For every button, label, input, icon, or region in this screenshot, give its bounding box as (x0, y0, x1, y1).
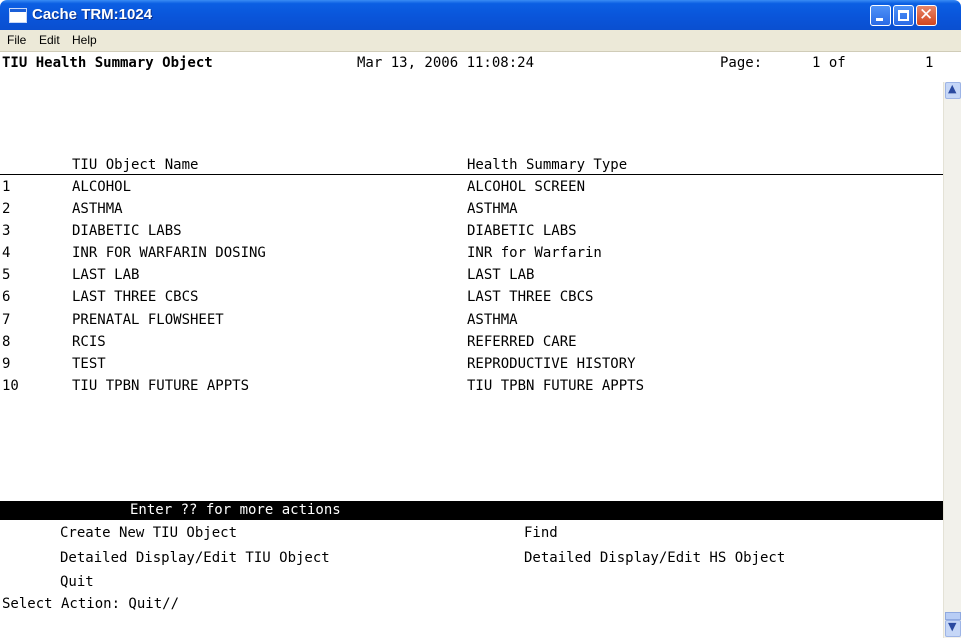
column-header-object-name: TIU Object Name (72, 157, 199, 173)
menu-edit[interactable]: Edit (39, 33, 60, 47)
object-name: LAST LAB (72, 267, 140, 283)
title-bar[interactable]: Cache TRM:1024 ✕ (0, 0, 961, 30)
close-icon: ✕ (919, 5, 934, 25)
action-create-new-tiu-object[interactable]: Create New TIU Object (60, 524, 237, 542)
object-name: PRENATAL FLOWSHEET (72, 312, 224, 328)
menu-file[interactable]: File (7, 33, 26, 47)
row-number: 5 (2, 267, 11, 283)
menu-bar: File Edit Help (0, 30, 961, 52)
object-name: TEST (72, 356, 106, 372)
terminal-screen[interactable]: TIU Health Summary Object Mar 13, 2006 1… (0, 52, 943, 638)
summary-type: LAST THREE CBCS (467, 289, 594, 305)
action-quit[interactable]: Quit (60, 573, 94, 591)
summary-type: ALCOHOL SCREEN (467, 179, 586, 195)
minimize-icon (876, 18, 883, 21)
terminal-window: Cache TRM:1024 ✕ File Edit Help TIU Heal… (0, 0, 961, 638)
select-action-prompt[interactable]: Select Action: Quit// (2, 595, 179, 613)
row-number: 3 (2, 223, 11, 239)
scroll-up-arrow-icon: ▲ (948, 82, 957, 95)
object-name: ALCOHOL (72, 179, 132, 195)
object-name: ASTHMA (72, 201, 123, 217)
object-name: RCIS (72, 334, 106, 350)
row-number: 1 (2, 179, 11, 195)
summary-type: REPRODUCTIVE HISTORY (467, 356, 636, 372)
summary-type: ASTHMA (467, 201, 518, 217)
restore-icon (898, 10, 909, 21)
page-total: 1 (925, 55, 934, 71)
scroll-up-button[interactable]: ▲ (945, 82, 961, 99)
maximize-button[interactable] (893, 5, 914, 26)
summary-type: DIABETIC LABS (467, 223, 577, 239)
row-number: 4 (2, 245, 11, 261)
scroll-down-button[interactable]: ▼ (945, 620, 961, 637)
action-hint-bar: Enter ?? for more actions (0, 501, 943, 520)
close-button[interactable]: ✕ (916, 5, 937, 26)
object-name: TIU TPBN FUTURE APPTS (72, 378, 250, 394)
scroll-thumb[interactable] (945, 612, 961, 620)
row-number: 6 (2, 289, 11, 305)
row-number: 8 (2, 334, 11, 350)
summary-type: LAST LAB (467, 267, 535, 283)
scroll-down-arrow-icon: ▼ (948, 620, 957, 633)
action-detailed-display-edit-tiu[interactable]: Detailed Display/Edit TIU Object (60, 549, 330, 567)
header-divider (0, 174, 943, 175)
menu-help[interactable]: Help (72, 33, 97, 47)
summary-type: TIU TPBN FUTURE APPTS (467, 378, 645, 394)
vertical-scrollbar[interactable]: ▲ ▼ (943, 82, 961, 638)
object-name: INR FOR WARFARIN DOSING (72, 245, 266, 261)
header-datetime: Mar 13, 2006 11:08:24 (357, 55, 535, 71)
row-number: 9 (2, 356, 11, 372)
action-find[interactable]: Find (524, 524, 558, 542)
row-number: 7 (2, 312, 11, 328)
terminal-app-icon (9, 8, 27, 23)
object-name: LAST THREE CBCS (72, 289, 199, 305)
row-number: 10 (2, 378, 19, 394)
summary-type: INR for Warfarin (467, 245, 602, 261)
page-label: Page: (720, 55, 763, 71)
object-name: DIABETIC LABS (72, 223, 182, 239)
page-number: 1 of (812, 55, 846, 71)
minimize-button[interactable] (870, 5, 891, 26)
window-title: Cache TRM:1024 (32, 6, 153, 23)
action-hint: Enter ?? for more actions (130, 502, 341, 518)
summary-type: ASTHMA (467, 312, 518, 328)
summary-type: REFERRED CARE (467, 334, 577, 350)
row-number: 2 (2, 201, 11, 217)
column-header-summary-type: Health Summary Type (467, 157, 628, 173)
action-detailed-display-edit-hs[interactable]: Detailed Display/Edit HS Object (524, 549, 785, 567)
screen-title: TIU Health Summary Object (2, 55, 213, 71)
